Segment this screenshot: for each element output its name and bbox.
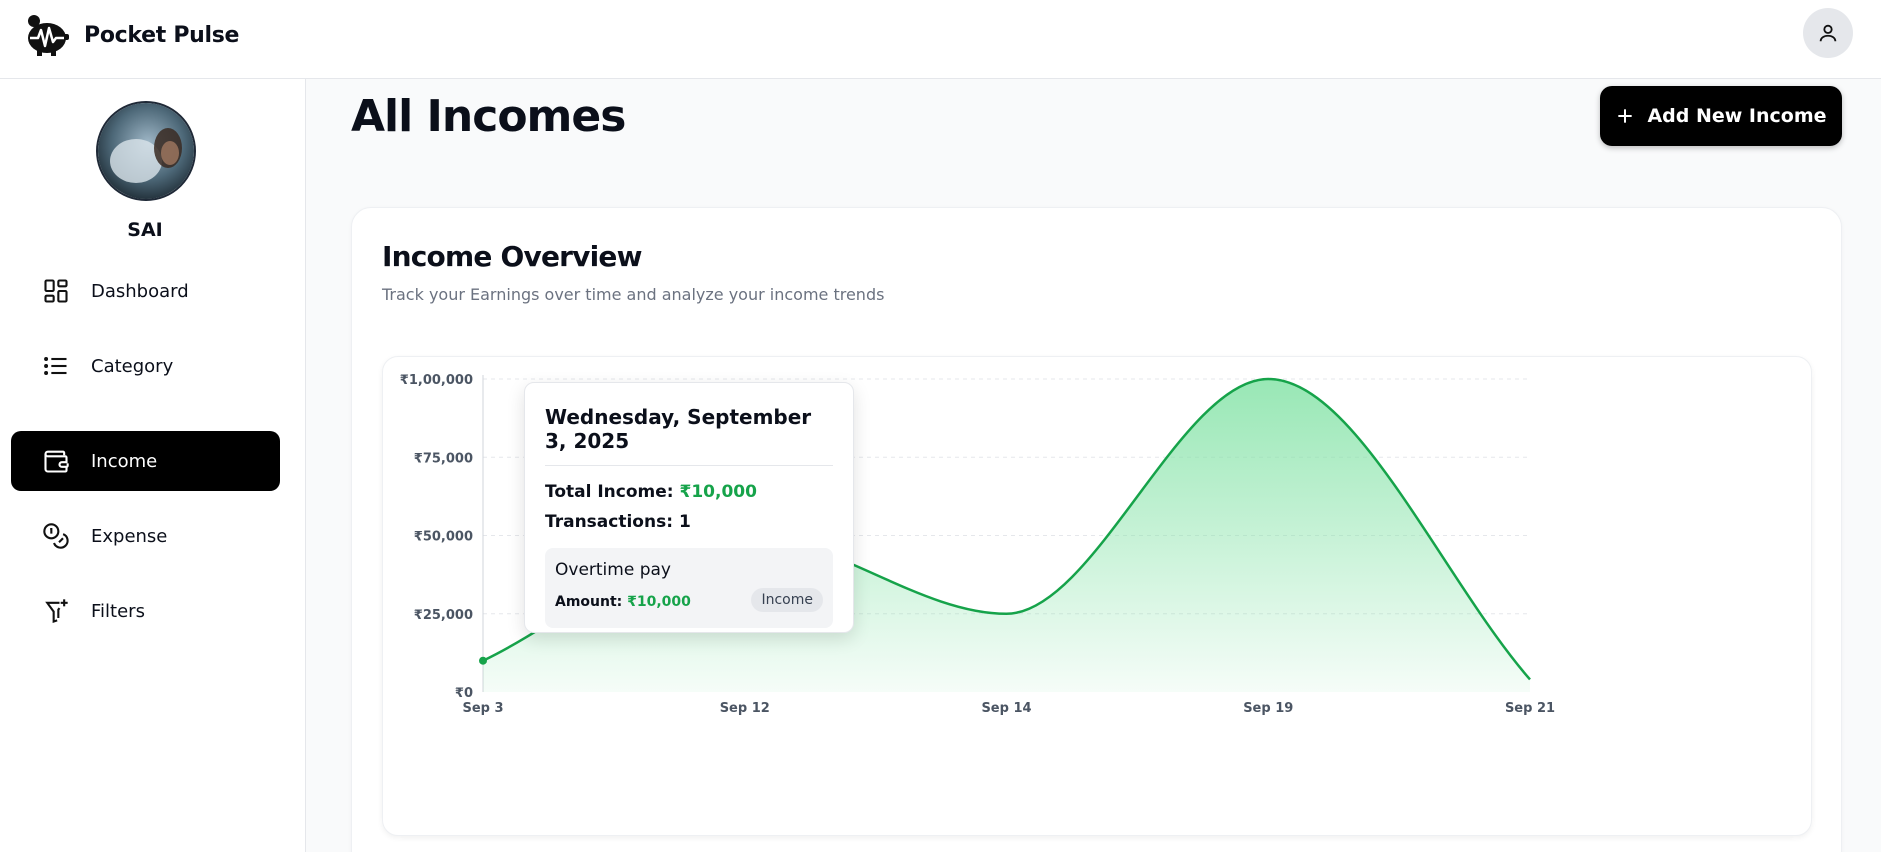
user-icon (1819, 24, 1837, 42)
x-tick-label: Sep 12 (720, 701, 770, 716)
income-chart: ₹0 ₹25,000 ₹50,000 ₹75,000 ₹1,00,000 Sep 3 Sep… (382, 356, 1812, 836)
x-tick-label: Sep 14 (981, 701, 1031, 716)
user-menu-button[interactable] (1803, 8, 1853, 58)
app-name: Pocket Pulse (84, 22, 240, 48)
highlighted-data-point (479, 656, 487, 665)
tooltip-transactions: Transactions: 1 (545, 512, 833, 532)
page-title: All Incomes (351, 91, 626, 142)
tooltip-total: Total Income: ₹10,000 (545, 482, 833, 502)
tooltip-total-value: ₹10,000 (679, 482, 757, 502)
x-tick-label: Sep 21 (1505, 701, 1555, 716)
main-content: All Incomes Add New Income Income Overvi… (306, 79, 1881, 852)
avatar (96, 101, 196, 201)
y-tick-label: ₹25,000 (414, 608, 473, 623)
sidebar-item-label: Dashboard (91, 280, 189, 302)
transaction-amount-label: Amount: (555, 594, 623, 610)
transaction-name: Overtime pay (555, 560, 671, 580)
transaction-type-badge: Income (751, 588, 823, 612)
x-tick-label: Sep 19 (1243, 701, 1293, 716)
sidebar-item-label: Income (91, 450, 158, 472)
coins-icon (41, 521, 71, 551)
sidebar-item-label: Filters (91, 600, 145, 622)
transaction-amount: Amount: ₹10,000 (555, 594, 691, 610)
sidebar-item-expense[interactable]: Expense (11, 506, 280, 566)
sidebar-item-income[interactable]: Income (11, 431, 280, 491)
tooltip-total-label: Total Income: (545, 482, 674, 502)
piggy-bank-pulse-icon (28, 15, 69, 56)
brand[interactable]: Pocket Pulse (22, 10, 239, 60)
y-tick-label: ₹50,000 (414, 530, 473, 545)
filter-plus-icon (41, 596, 71, 626)
sidebar-item-dashboard[interactable]: Dashboard (11, 261, 280, 321)
x-tick-label: Sep 3 (462, 701, 503, 716)
sidebar-item-category[interactable]: Category (11, 336, 280, 396)
dashboard-icon (41, 276, 71, 306)
income-overview-card: Income Overview Track your Earnings over… (351, 207, 1842, 852)
tooltip-transactions-label: Transactions: (545, 512, 674, 532)
chart-tooltip: Wednesday, September 3, 2025 Total Incom… (524, 382, 854, 633)
tooltip-transactions-value: 1 (678, 512, 691, 532)
y-tick-label: ₹75,000 (414, 451, 473, 466)
card-title: Income Overview (382, 240, 642, 273)
tooltip-date: Wednesday, September 3, 2025 (545, 405, 833, 466)
sidebar: SAI Dashboard Category Income Expense Fi… (0, 79, 306, 852)
y-tick-label: ₹0 (455, 686, 473, 701)
sidebar-item-label: Expense (91, 525, 168, 547)
top-bar: Pocket Pulse (0, 0, 1881, 79)
sidebar-item-label: Category (91, 355, 174, 377)
y-tick-label: ₹1,00,000 (400, 373, 473, 388)
add-new-income-button[interactable]: Add New Income (1600, 86, 1842, 146)
tooltip-transaction-item: Overtime pay Amount: ₹10,000 Income (545, 548, 833, 628)
plus-icon (1618, 109, 1633, 123)
add-button-label: Add New Income (1647, 105, 1827, 127)
transaction-amount-value: ₹10,000 (627, 594, 691, 610)
list-icon (41, 351, 71, 381)
card-subtitle: Track your Earnings over time and analyz… (382, 285, 885, 304)
username: SAI (127, 219, 163, 241)
wallet-icon (41, 446, 71, 476)
sidebar-item-filters[interactable]: Filters (11, 581, 280, 641)
